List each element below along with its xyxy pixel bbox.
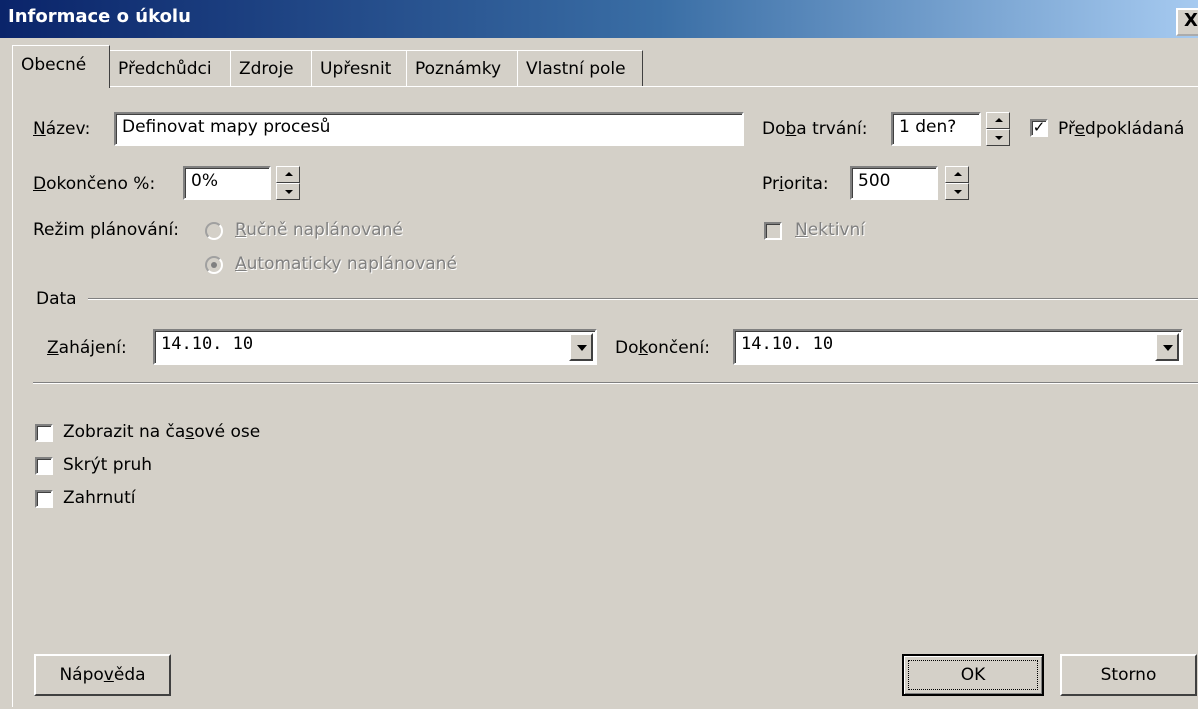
- tab-predecessors[interactable]: Předchůdci: [109, 50, 231, 87]
- rollup-label: Zahrnutí: [63, 488, 136, 508]
- auto-schedule-label: Automaticky naplánované: [235, 254, 457, 274]
- duration-down-button[interactable]: [986, 129, 1010, 146]
- chevron-down-icon: [577, 345, 587, 351]
- priority-down-button[interactable]: [945, 183, 969, 200]
- start-date-value: 14.10. 10: [161, 334, 254, 354]
- ok-button[interactable]: OK: [902, 654, 1044, 696]
- title-bar[interactable]: Informace o úkolu X: [0, 0, 1198, 38]
- priority-input[interactable]: 500: [850, 166, 938, 200]
- hide-bar-checkbox[interactable]: [35, 457, 53, 475]
- dates-group-label: Data: [36, 289, 77, 309]
- arrow-down-icon: [285, 190, 293, 194]
- dates-group-line: [88, 298, 1198, 300]
- inactive-label: Nektivní: [795, 220, 865, 240]
- finish-date-value: 14.10. 10: [741, 334, 834, 354]
- task-info-dialog: Informace o úkolu X Obecné Předchůdci Zd…: [0, 0, 1198, 709]
- start-date-label: Zahájení:: [47, 338, 127, 358]
- finish-date-dropdown-button[interactable]: [1155, 333, 1179, 361]
- chevron-down-icon: [1163, 345, 1173, 351]
- start-date-dropdown-button[interactable]: [569, 333, 593, 361]
- percent-complete-input[interactable]: 0%: [183, 166, 271, 200]
- name-input[interactable]: Definovat mapy procesů: [114, 112, 744, 146]
- ok-label: OK: [960, 665, 986, 685]
- tab-resources[interactable]: Zdroje: [230, 50, 312, 87]
- tab-general[interactable]: Obecné: [12, 45, 110, 88]
- show-on-timeline-checkbox[interactable]: [35, 424, 53, 442]
- tab-advanced[interactable]: Upřesnit: [311, 50, 407, 87]
- priority-label: Priorita:: [762, 174, 829, 194]
- manual-schedule-label: Ručně naplánované: [235, 220, 403, 240]
- arrow-down-icon: [954, 190, 962, 194]
- manual-schedule-radio[interactable]: [205, 222, 223, 240]
- duration-input[interactable]: 1 den?: [891, 112, 981, 146]
- radio-selected-dot: [211, 262, 217, 268]
- arrow-up-icon: [285, 172, 293, 176]
- duration-spinner: [986, 112, 1010, 146]
- separator-line: [33, 382, 1198, 384]
- arrow-up-icon: [954, 172, 962, 176]
- cancel-button[interactable]: Storno: [1060, 654, 1197, 696]
- percent-down-button[interactable]: [276, 183, 300, 200]
- estimated-checkbox[interactable]: ✓: [1030, 119, 1048, 137]
- start-date-combo[interactable]: 14.10. 10: [153, 329, 597, 365]
- finish-date-label: Dokončení:: [615, 338, 710, 358]
- help-button[interactable]: Nápověda: [34, 654, 171, 696]
- show-on-timeline-label: Zobrazit na časové ose: [63, 422, 261, 442]
- schedule-mode-label: Režim plánování:: [33, 220, 179, 240]
- duration-up-button[interactable]: [986, 112, 1010, 129]
- tab-custom-fields[interactable]: Vlastní pole: [517, 50, 643, 87]
- percent-complete-label: Dokončeno %:: [33, 174, 156, 194]
- finish-date-combo[interactable]: 14.10. 10: [733, 329, 1183, 365]
- priority-up-button[interactable]: [945, 166, 969, 183]
- estimated-label: Předpokládaná: [1058, 119, 1185, 139]
- hide-bar-label: Skrýt pruh: [63, 455, 153, 475]
- duration-label: Doba trvání:: [762, 119, 868, 139]
- inactive-checkbox[interactable]: [764, 222, 782, 240]
- rollup-checkbox[interactable]: [35, 490, 53, 508]
- window-title: Informace o úkolu: [8, 6, 191, 27]
- percent-spinner: [276, 166, 300, 200]
- arrow-down-icon: [995, 136, 1003, 140]
- percent-up-button[interactable]: [276, 166, 300, 183]
- tab-notes[interactable]: Poznámky: [406, 50, 518, 87]
- auto-schedule-radio[interactable]: [205, 256, 223, 274]
- close-button[interactable]: X: [1176, 8, 1198, 36]
- priority-spinner: [945, 166, 969, 200]
- arrow-up-icon: [995, 118, 1003, 122]
- name-label: Název:: [33, 119, 91, 139]
